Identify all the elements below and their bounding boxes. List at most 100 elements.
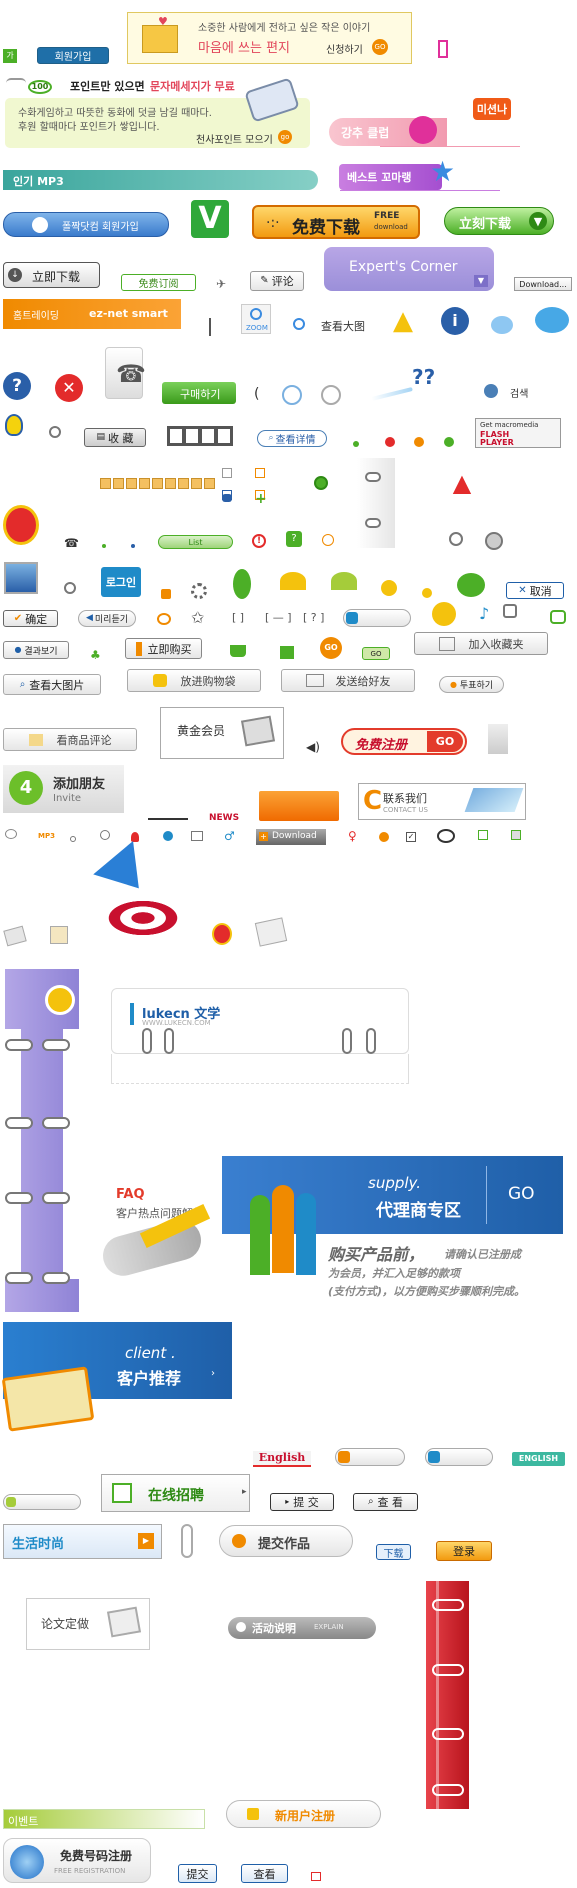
news-label[interactable]: NEWS <box>209 813 239 823</box>
sms-link[interactable]: 천사포인트 모으기 <box>196 131 273 146</box>
put-cart-button[interactable]: 放进购物袋 <box>127 669 261 692</box>
hotrade-banner[interactable]: 홈트레이딩 ez-net smart <box>3 299 181 329</box>
help-icon[interactable]: ? <box>3 372 31 400</box>
free-subscribe-button[interactable]: 免费订阅 <box>121 274 196 291</box>
thesis-button[interactable]: 论文定做 <box>26 1598 150 1650</box>
view-detail-button[interactable]: ⌕ 查看详情 <box>257 430 327 447</box>
zoom-button[interactable]: ZOOM <box>241 304 271 334</box>
download-bar-button[interactable]: + Download <box>256 829 326 845</box>
go-icon[interactable]: GO <box>372 39 388 55</box>
go-circle-button[interactable]: GO <box>320 637 342 659</box>
round-button-b[interactable] <box>321 385 341 405</box>
poltong-join-button[interactable]: 폴짝닷컴 회원가입 <box>3 212 169 237</box>
add-friend-panel[interactable]: 4 添加朋友 Invite <box>3 765 124 813</box>
job-button[interactable]: 在线招聘 ▸ <box>101 1474 250 1512</box>
download-small-button[interactable]: Download... <box>514 277 572 291</box>
free-download-button[interactable]: ·:· 免费下载 FREE download <box>252 205 420 239</box>
flash-player-badge[interactable]: Get macromedia FLASH PLAYER <box>475 418 561 448</box>
faq-title[interactable]: FAQ <box>116 1187 145 1202</box>
life-button[interactable]: 生活时尚 ▶ <box>3 1524 162 1559</box>
best-tab[interactable]: 베스트 꼬마랭 <box>339 164 442 190</box>
buy-now-button[interactable]: 立即购买 <box>125 638 202 659</box>
activity-button[interactable]: 活动说明 EXPLAIN <box>228 1617 376 1639</box>
checkbox-icon[interactable]: ✓ <box>406 832 416 842</box>
phone-handset-icon[interactable]: ☎ <box>105 347 146 399</box>
chat-bubble-large-icon[interactable] <box>535 307 569 333</box>
bracket-2[interactable]: [ — ] <box>265 611 292 624</box>
slider-control[interactable] <box>343 609 411 627</box>
slider-d-thumb[interactable] <box>6 1497 16 1507</box>
magnifier-icon[interactable] <box>293 318 305 330</box>
round-button-a[interactable] <box>282 385 302 405</box>
mp3-tag[interactable]: MP3 <box>38 832 55 840</box>
list-button[interactable]: List <box>158 535 233 549</box>
go-small-button[interactable]: GO <box>362 647 390 660</box>
view-comment-button[interactable]: 看商品评论 <box>3 728 137 751</box>
immediate-download-button[interactable]: ↓ 立即下载 <box>3 262 100 288</box>
bracket-3[interactable]: [ ? ] <box>303 611 324 624</box>
slider-d[interactable] <box>3 1494 81 1510</box>
collect-button[interactable]: ▤ 收 藏 <box>84 428 146 447</box>
speaker-small-icon[interactable]: ◀) <box>306 740 320 754</box>
experts-corner-button[interactable]: Expert's Corner ▼ <box>324 247 494 291</box>
confirm-button[interactable]: ✔ 确定 <box>3 610 58 627</box>
slider-thumb[interactable] <box>346 612 358 624</box>
submit-button[interactable]: ▸ 提 交 <box>270 1493 334 1511</box>
question-green-icon[interactable]: ? <box>286 531 302 547</box>
free-register-button[interactable]: 免费注册 GO <box>341 728 467 755</box>
v-check-icon[interactable]: V <box>191 200 229 238</box>
comment-button[interactable]: ✎ 评论 <box>250 271 304 291</box>
preview-button[interactable]: ◀ 미리듣기 <box>78 610 136 627</box>
ligo-download-button[interactable]: 立刻下载 ▼ <box>444 207 554 235</box>
login-button[interactable]: 로그인 <box>101 567 141 597</box>
small-search-icon[interactable] <box>49 426 61 438</box>
cancel-button[interactable]: ✕ 取消 <box>506 582 564 599</box>
login-cn-button[interactable]: 登录 <box>436 1541 492 1561</box>
submit2-button[interactable]: 提交 <box>178 1864 217 1883</box>
chat-bubble-icon[interactable] <box>491 316 513 334</box>
orange-bar-button[interactable] <box>259 791 339 821</box>
gangju-club-tab[interactable]: 강추 클럽 <box>329 116 447 146</box>
exclaim-icon[interactable]: ! <box>252 534 266 548</box>
result-view-button[interactable]: ● 결과보기 <box>3 641 69 659</box>
query-button[interactable]: ⌕ 查 看 <box>353 1493 418 1511</box>
english-button[interactable]: ENGLISH <box>512 1452 565 1466</box>
view-large-image-button[interactable]: ⌕ 查看大图片 <box>3 674 101 695</box>
sms-go-icon[interactable]: go <box>278 130 292 144</box>
basket-icon[interactable] <box>230 645 246 657</box>
plus-icon[interactable]: + <box>255 492 267 506</box>
magnifier-small-icon[interactable] <box>64 582 76 594</box>
submit-work-button[interactable]: 提交作品 <box>219 1525 353 1557</box>
green-search-icon[interactable] <box>314 476 328 490</box>
letter-banner[interactable]: ♥ 소중한 사람에게 전하고 싶은 작은 이야기 마음에 쓰는 편지 신청하기 … <box>127 12 412 64</box>
lukecn-panel[interactable]: lukecn 文学 WWW.LUKECN.COM <box>111 988 409 1054</box>
paper-plane-icon[interactable]: ✈ <box>216 277 226 291</box>
send-friend-button[interactable]: 发送给好友 <box>281 669 415 692</box>
download-cn-button[interactable]: 下载 <box>376 1544 411 1560</box>
vote-button[interactable]: ● 투표하기 <box>439 676 504 693</box>
new-user-reg-button[interactable]: 新用户注册 <box>226 1800 381 1828</box>
event-bar[interactable]: 이벤트 <box>3 1809 205 1829</box>
letter-apply-text[interactable]: 신청하기 <box>326 41 363 56</box>
bracket-1[interactable]: [ ] <box>232 611 244 624</box>
inki-mp3-tab[interactable]: 인기 MP3 <box>3 170 318 190</box>
supply-go[interactable]: GO <box>508 1184 535 1204</box>
tiny-chat-icon[interactable] <box>5 829 17 839</box>
circle-button-c[interactable] <box>449 532 463 546</box>
info-icon[interactable]: i <box>441 307 469 335</box>
member-join-button[interactable]: 회원가입 <box>37 47 109 64</box>
view-large-label[interactable]: 查看大图 <box>321 318 365 334</box>
gift-icon[interactable] <box>280 646 294 659</box>
free-num-reg-button[interactable]: 免费号码注册 FREE REGISTRATION <box>3 1838 151 1883</box>
slider-b-thumb[interactable] <box>338 1451 350 1463</box>
close-icon[interactable]: ✕ <box>55 374 83 402</box>
english-link[interactable]: English <box>253 1451 311 1467</box>
slider-c[interactable] <box>425 1448 493 1466</box>
contact-box[interactable]: C 联系我们 CONTACT US <box>358 783 526 820</box>
small-mail-icon[interactable] <box>311 1872 321 1881</box>
slider-c-thumb[interactable] <box>428 1451 440 1463</box>
circle-button-d[interactable] <box>485 532 503 550</box>
slider-b[interactable] <box>335 1448 405 1466</box>
query2-button[interactable]: 查看 <box>241 1864 288 1883</box>
gold-member-box[interactable]: 黄金会员 <box>160 707 284 759</box>
